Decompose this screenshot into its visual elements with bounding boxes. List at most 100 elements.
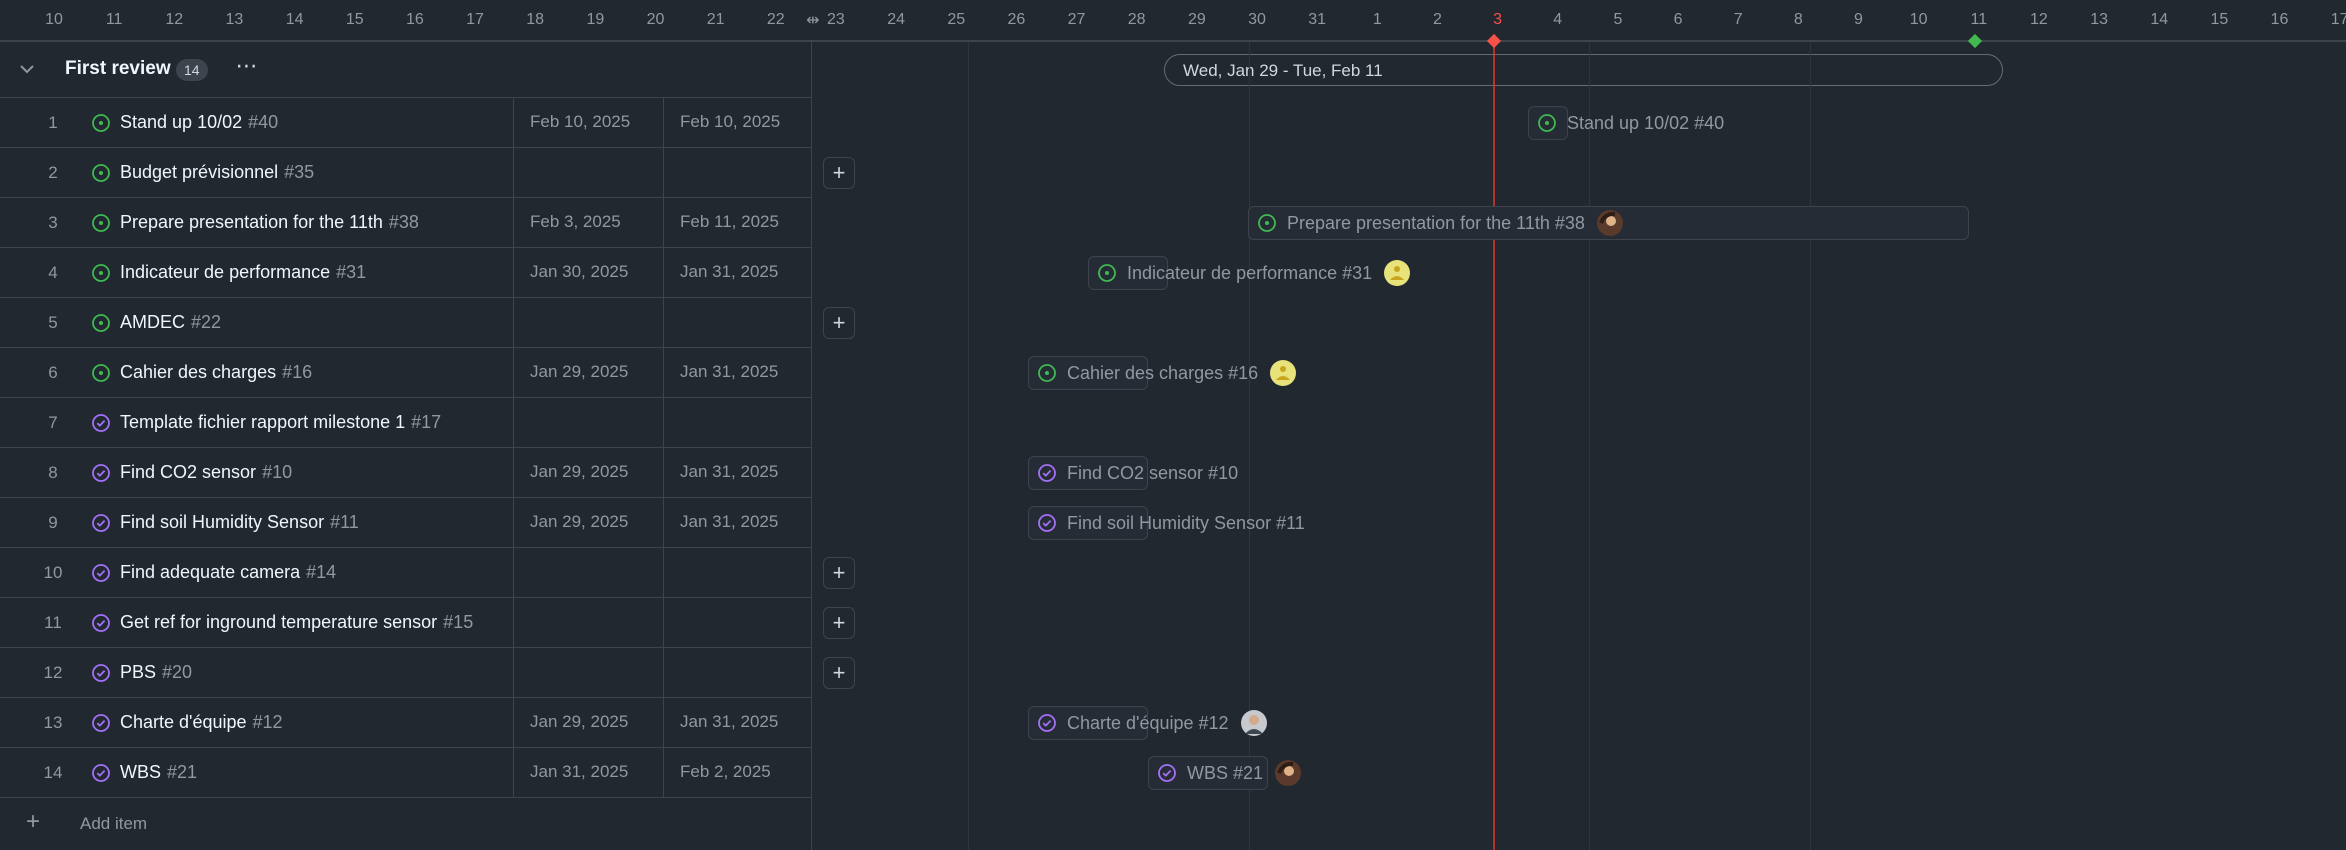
row-title-text[interactable]: Find adequate camera bbox=[120, 562, 300, 582]
row-title-text[interactable]: WBS bbox=[120, 762, 161, 782]
table-row[interactable]: 5 AMDEC #22 bbox=[0, 298, 812, 348]
table-row[interactable]: 7 Template fichier rapport milestone 1 #1… bbox=[0, 398, 812, 448]
start-date-cell[interactable]: Jan 30, 2025 bbox=[513, 248, 663, 297]
table-row[interactable]: 10 Find adequate camera #14 bbox=[0, 548, 812, 598]
chevron-down-icon[interactable] bbox=[14, 56, 40, 82]
end-date-cell[interactable] bbox=[663, 598, 812, 647]
avatar[interactable] bbox=[1275, 760, 1302, 786]
end-date-cell[interactable]: Feb 11, 2025 bbox=[663, 198, 812, 247]
end-date-cell[interactable]: Jan 31, 2025 bbox=[663, 348, 812, 397]
start-date-cell[interactable] bbox=[513, 398, 663, 447]
group-more-button[interactable]: ⋯ bbox=[232, 55, 262, 82]
table-row[interactable]: 9 Find soil Humidity Sensor #11 Jan 29, 2… bbox=[0, 498, 812, 548]
row-ref[interactable]: #21 bbox=[167, 762, 197, 782]
avatar[interactable] bbox=[1384, 260, 1411, 286]
row-title-text[interactable]: AMDEC bbox=[120, 312, 185, 332]
timeline-bar-text[interactable]: Stand up 10/02 #40 bbox=[1567, 113, 1724, 134]
row-title-text[interactable]: Charte d'équipe bbox=[120, 712, 247, 732]
timeline-bar-label[interactable]: Find CO2 sensor #10 bbox=[1037, 456, 1238, 490]
end-date-cell[interactable]: Feb 10, 2025 bbox=[663, 98, 812, 147]
table-row[interactable]: 4 Indicateur de performance #31 Jan 30, 2… bbox=[0, 248, 812, 298]
row-ref[interactable]: #11 bbox=[330, 512, 359, 532]
row-title-text[interactable]: Stand up 10/02 bbox=[120, 112, 242, 132]
table-row[interactable]: 3 Prepare presentation for the 11th #38 F… bbox=[0, 198, 812, 248]
row-ref[interactable]: #20 bbox=[162, 662, 192, 682]
end-date-cell[interactable]: Jan 31, 2025 bbox=[663, 448, 812, 497]
timeline-bar-label[interactable]: Cahier des charges #16 bbox=[1037, 356, 1297, 390]
row-ref[interactable]: #16 bbox=[282, 362, 312, 382]
plus-icon[interactable]: + bbox=[823, 607, 855, 639]
start-date-cell[interactable]: Jan 29, 2025 bbox=[513, 348, 663, 397]
row-title-text[interactable]: Prepare presentation for the 11th bbox=[120, 212, 383, 232]
timeline-bar-text[interactable]: Find CO2 sensor #10 bbox=[1067, 463, 1238, 484]
plus-icon[interactable]: + bbox=[823, 157, 855, 189]
timeline-bar-text[interactable]: Cahier des charges #16 bbox=[1067, 363, 1258, 384]
row-title[interactable]: Prepare presentation for the 11th #38 bbox=[120, 212, 419, 233]
table-row[interactable]: 2 Budget prévisionnel #35 bbox=[0, 148, 812, 198]
table-row[interactable]: 13 Charte d'équipe #12 Jan 29, 2025 Jan 3… bbox=[0, 698, 812, 748]
row-ref[interactable]: #31 bbox=[336, 262, 366, 282]
row-title[interactable]: Budget prévisionnel #35 bbox=[120, 162, 314, 183]
start-date-cell[interactable]: Jan 31, 2025 bbox=[513, 748, 663, 797]
start-date-cell[interactable] bbox=[513, 648, 663, 697]
end-date-cell[interactable]: Jan 31, 2025 bbox=[663, 498, 812, 547]
column-resize-icon[interactable]: ⇹ bbox=[802, 10, 824, 32]
end-date-cell[interactable]: Jan 31, 2025 bbox=[663, 248, 812, 297]
row-title[interactable]: Find soil Humidity Sensor #11 bbox=[120, 512, 359, 533]
end-date-cell[interactable] bbox=[663, 398, 812, 447]
end-date-cell[interactable] bbox=[663, 648, 812, 697]
row-title[interactable]: AMDEC #22 bbox=[120, 312, 221, 333]
timeline-bar-label[interactable]: Charte d'équipe #12 bbox=[1037, 706, 1267, 740]
row-title-text[interactable]: Template fichier rapport milestone 1 bbox=[120, 412, 405, 432]
end-date-cell[interactable] bbox=[663, 148, 812, 197]
start-date-cell[interactable]: Feb 3, 2025 bbox=[513, 198, 663, 247]
timeline-bar-text[interactable]: WBS #21 bbox=[1187, 763, 1263, 784]
row-title[interactable]: Cahier des charges #16 bbox=[120, 362, 312, 383]
timeline-bar-label[interactable]: WBS #21 bbox=[1157, 756, 1302, 790]
row-ref[interactable]: #17 bbox=[411, 412, 441, 432]
row-title-text[interactable]: PBS bbox=[120, 662, 156, 682]
row-title[interactable]: Find adequate camera #14 bbox=[120, 562, 336, 583]
row-title[interactable]: Indicateur de performance #31 bbox=[120, 262, 366, 283]
start-date-cell[interactable] bbox=[513, 548, 663, 597]
row-title-text[interactable]: Find CO2 sensor bbox=[120, 462, 256, 482]
avatar[interactable] bbox=[1270, 360, 1297, 386]
row-title-text[interactable]: Find soil Humidity Sensor bbox=[120, 512, 324, 532]
avatar[interactable] bbox=[1596, 210, 1623, 236]
plus-icon[interactable]: + bbox=[26, 810, 40, 834]
date-range-pill[interactable]: Wed, Jan 29 - Tue, Feb 11 bbox=[1164, 54, 2003, 86]
table-row[interactable]: 11 Get ref for inground temperature sens… bbox=[0, 598, 812, 648]
timeline-bar-label[interactable]: Indicateur de performance #31 bbox=[1097, 256, 1411, 290]
row-ref[interactable]: #40 bbox=[248, 112, 278, 132]
start-date-cell[interactable]: Jan 29, 2025 bbox=[513, 448, 663, 497]
row-title[interactable]: Stand up 10/02 #40 bbox=[120, 112, 278, 133]
avatar[interactable] bbox=[1240, 710, 1267, 736]
timeline-bar-text[interactable]: Find soil Humidity Sensor #11 bbox=[1067, 513, 1305, 534]
table-row[interactable]: 8 Find CO2 sensor #10 Jan 29, 2025 Jan 31… bbox=[0, 448, 812, 498]
table-row[interactable]: 6 Cahier des charges #16 Jan 29, 2025 Jan… bbox=[0, 348, 812, 398]
row-ref[interactable]: #38 bbox=[389, 212, 419, 232]
row-title[interactable]: Charte d'équipe #12 bbox=[120, 712, 283, 733]
row-title-text[interactable]: Get ref for inground temperature sensor bbox=[120, 612, 437, 632]
row-ref[interactable]: #35 bbox=[284, 162, 314, 182]
timeline-bar-text[interactable]: Indicateur de performance #31 bbox=[1127, 263, 1372, 284]
row-ref[interactable]: #12 bbox=[253, 712, 283, 732]
plus-icon[interactable]: + bbox=[823, 557, 855, 589]
row-title[interactable]: Find CO2 sensor #10 bbox=[120, 462, 292, 483]
plus-icon[interactable]: + bbox=[823, 657, 855, 689]
row-title-text[interactable]: Budget prévisionnel bbox=[120, 162, 278, 182]
row-ref[interactable]: #15 bbox=[443, 612, 473, 632]
row-ref[interactable]: #22 bbox=[191, 312, 221, 332]
row-title[interactable]: Template fichier rapport milestone 1 #17 bbox=[120, 412, 441, 433]
row-title-text[interactable]: Cahier des charges bbox=[120, 362, 276, 382]
row-ref[interactable]: #14 bbox=[306, 562, 336, 582]
add-item-label[interactable]: Add item bbox=[80, 814, 147, 834]
timeline-bar-label[interactable]: Stand up 10/02 #40 bbox=[1537, 106, 1724, 140]
table-row[interactable]: 14 WBS #21 Jan 31, 2025 Feb 2, 2025 bbox=[0, 748, 812, 798]
timeline-bar-label[interactable]: Prepare presentation for the 11th #38 bbox=[1257, 206, 1623, 240]
end-date-cell[interactable] bbox=[663, 548, 812, 597]
end-date-cell[interactable]: Jan 31, 2025 bbox=[663, 698, 812, 747]
end-date-cell[interactable]: Feb 2, 2025 bbox=[663, 748, 812, 797]
start-date-cell[interactable]: Jan 29, 2025 bbox=[513, 498, 663, 547]
start-date-cell[interactable]: Feb 10, 2025 bbox=[513, 98, 663, 147]
